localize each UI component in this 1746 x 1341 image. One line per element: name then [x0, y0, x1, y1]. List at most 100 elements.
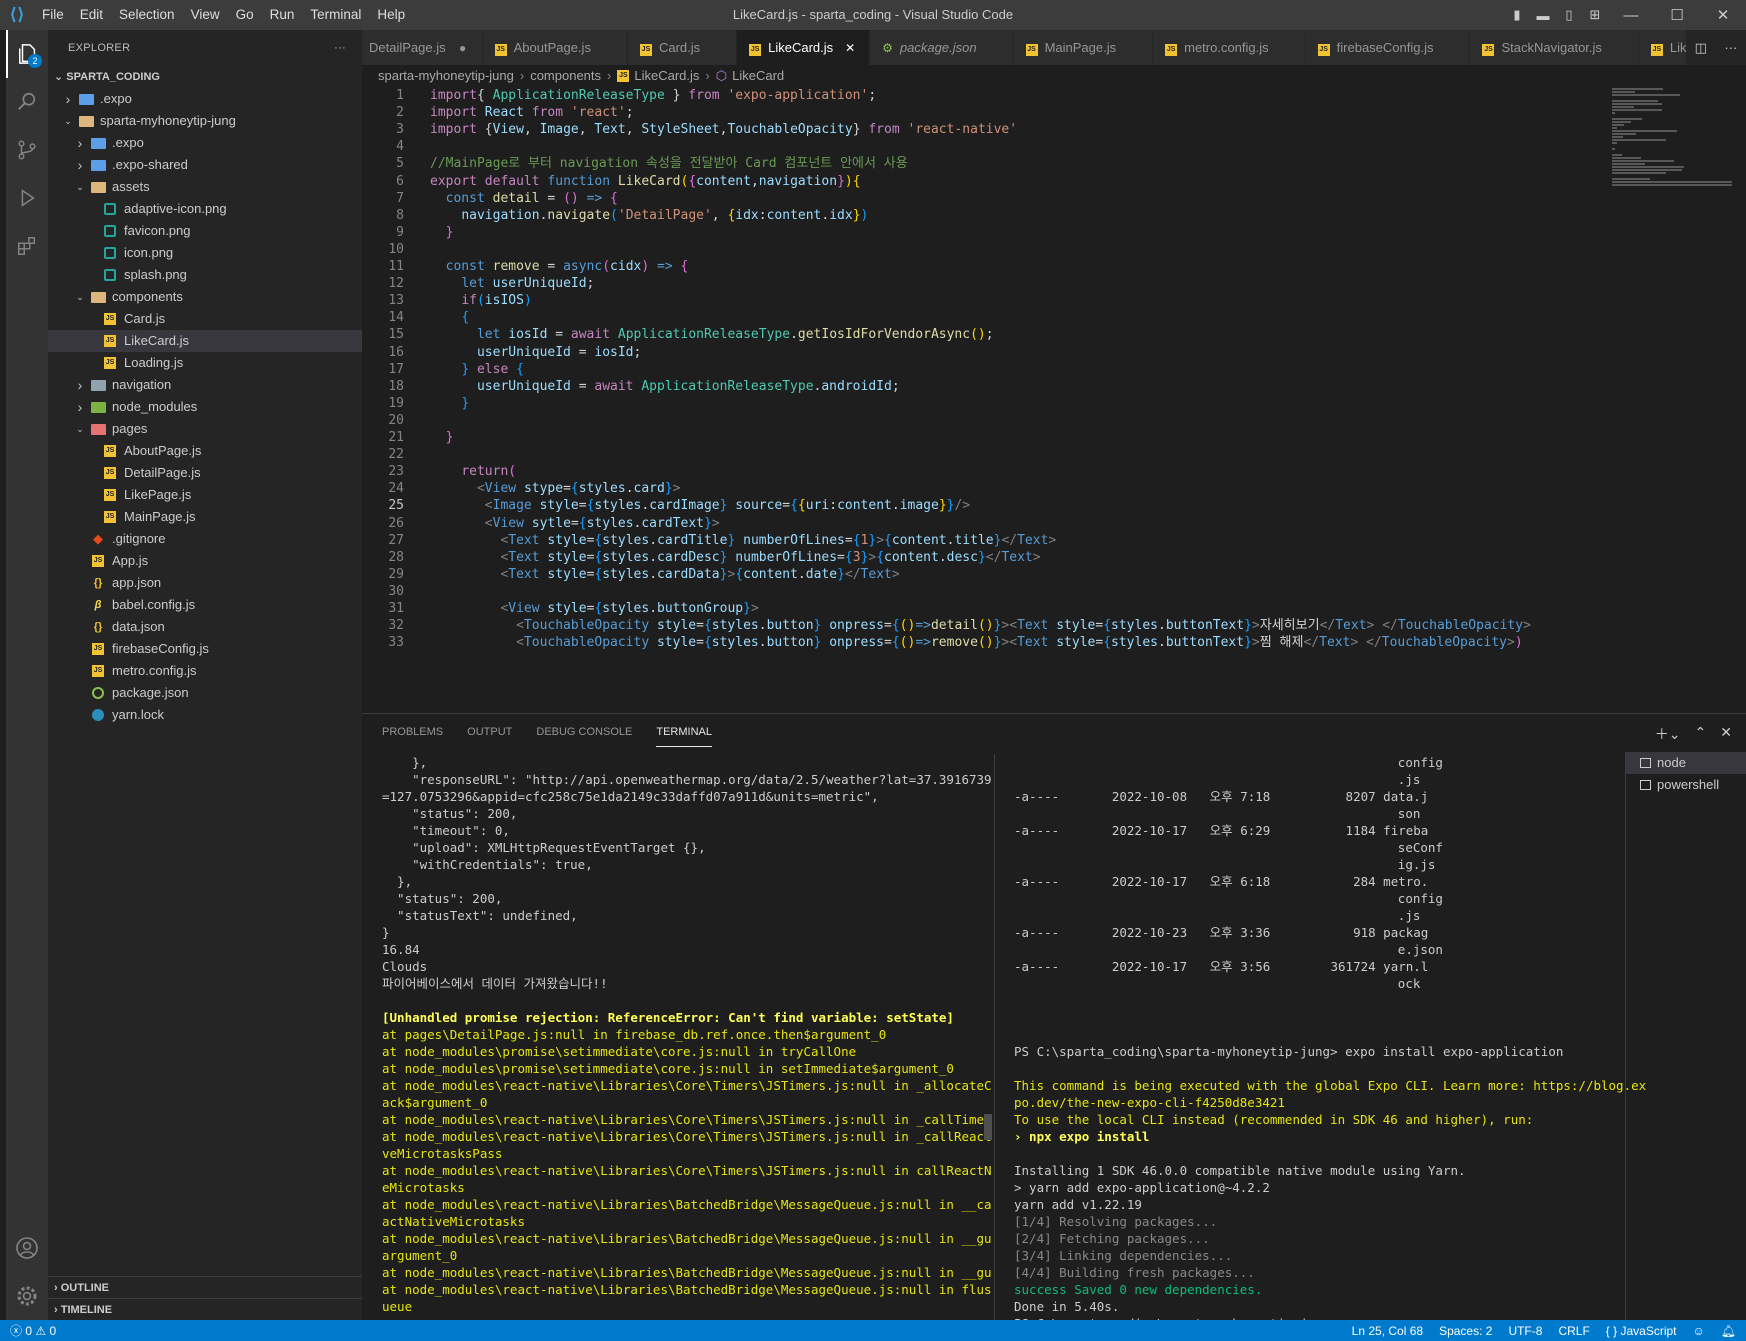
tab-firebaseconfig-js[interactable]: JS firebaseConfig.js — [1305, 30, 1471, 65]
toggle-secondary-sidebar-icon[interactable]: ▯ — [1556, 7, 1582, 23]
toggle-panel-icon[interactable]: ▬ — [1530, 8, 1556, 23]
code-token: > — [672, 481, 681, 497]
notifications-icon[interactable]: 🔔︎ — [1721, 1324, 1736, 1338]
tree-item-mainpage-js[interactable]: JS MainPage.js — [48, 506, 362, 528]
tree-item-package-json[interactable]: package.json — [48, 682, 362, 704]
new-terminal-icon[interactable]: ＋⌄ — [1655, 724, 1681, 744]
tree-item-adaptive-icon-png[interactable]: adaptive-icon.png — [48, 198, 362, 220]
timeline-section[interactable]: › TIMELINE — [48, 1298, 362, 1320]
tree-item-pages[interactable]: ⌄ pages — [48, 418, 362, 440]
menu-edit[interactable]: Edit — [72, 0, 111, 30]
panel-tab-output[interactable]: OUTPUT — [467, 718, 512, 746]
menu-terminal[interactable]: Terminal — [302, 0, 369, 30]
account-icon[interactable] — [6, 1224, 48, 1272]
tree-item-sparta-myhoneytip-jung[interactable]: ⌄ sparta-myhoneytip-jung — [48, 110, 362, 132]
code-token: export — [430, 173, 477, 189]
workspace-root[interactable]: ⌄ SPARTA_CODING — [48, 66, 362, 88]
terminal-list-item-powershell[interactable]: powershell — [1626, 774, 1746, 796]
tree-item-card-js[interactable]: JS Card.js — [48, 308, 362, 330]
language-mode[interactable]: { } JavaScript — [1606, 1324, 1677, 1338]
tree-item--expo-shared[interactable]: › .expo-shared — [48, 154, 362, 176]
tree-item-likecard-js[interactable]: JS LikeCard.js — [48, 330, 362, 352]
source-control-icon[interactable] — [6, 126, 48, 174]
encoding[interactable]: UTF-8 — [1508, 1324, 1542, 1338]
tree-item-babel-config-js[interactable]: β babel.config.js — [48, 594, 362, 616]
line-ending[interactable]: CRLF — [1558, 1324, 1589, 1338]
terminal-node[interactable]: }, "responseURL": "http://api.openweathe… — [382, 754, 992, 1321]
menu-file[interactable]: File — [34, 0, 72, 30]
menu-help[interactable]: Help — [369, 0, 413, 30]
tree-item--gitignore[interactable]: ◆ .gitignore — [48, 528, 362, 550]
close-panel-icon[interactable]: ✕ — [1720, 724, 1732, 744]
tab-package-json[interactable]: ⚙ package.json — [870, 30, 1014, 65]
tab-card-js[interactable]: JS Card.js — [627, 30, 738, 65]
terminal-list-item-node[interactable]: node — [1626, 752, 1746, 774]
tree-item-navigation[interactable]: › navigation — [48, 374, 362, 396]
menu-go[interactable]: Go — [228, 0, 262, 30]
breadcrumb-item[interactable]: LikeCard — [732, 65, 784, 87]
file-icon-wrapper: JS — [100, 489, 120, 501]
tree-item--expo[interactable]: › .expo — [48, 132, 362, 154]
tree-item-favicon-png[interactable]: favicon.png — [48, 220, 362, 242]
breadcrumb-item[interactable]: sparta-myhoneytip-jung — [378, 65, 514, 87]
search-icon[interactable] — [6, 78, 48, 126]
minimap[interactable] — [1612, 87, 1736, 327]
maximize-icon[interactable]: ☐ — [1654, 6, 1700, 24]
code-token: 'DetailPage' — [617, 207, 712, 223]
tree-item--expo[interactable]: › .expo — [48, 88, 362, 110]
tree-item-metro-config-js[interactable]: JS metro.config.js — [48, 660, 362, 682]
tree-item-node-modules[interactable]: › node_modules — [48, 396, 362, 418]
toggle-sidebar-icon[interactable]: ▮ — [1504, 7, 1530, 23]
tree-item-aboutpage-js[interactable]: JS AboutPage.js — [48, 440, 362, 462]
breadcrumb-item[interactable]: components — [530, 65, 601, 87]
cursor-position[interactable]: Ln 25, Col 68 — [1352, 1324, 1423, 1338]
tree-item-firebaseconfig-js[interactable]: JS firebaseConfig.js — [48, 638, 362, 660]
run-debug-icon[interactable] — [6, 174, 48, 222]
panel-tab-terminal[interactable]: TERMINAL — [656, 718, 712, 747]
menu-selection[interactable]: Selection — [111, 0, 183, 30]
unsaved-dot-icon[interactable]: ● — [456, 41, 470, 55]
chevron-right-icon: › — [54, 1304, 61, 1316]
close-window-icon[interactable]: ✕ — [1700, 6, 1746, 24]
menu-view[interactable]: View — [183, 0, 228, 30]
minimize-icon[interactable]: — — [1608, 7, 1654, 24]
terminal-scrollbar[interactable] — [984, 1114, 992, 1140]
tree-item-splash-png[interactable]: splash.png — [48, 264, 362, 286]
split-editor-icon[interactable]: ◫ — [1695, 40, 1707, 56]
tree-item-yarn-lock[interactable]: yarn.lock — [48, 704, 362, 726]
tab-likecard-js[interactable]: JS LikeCard.js ✕ — [737, 30, 871, 65]
tab-mainpage-js[interactable]: JS MainPage.js — [1013, 30, 1154, 65]
tree-item-assets[interactable]: ⌄ assets — [48, 176, 362, 198]
customize-layout-icon[interactable]: ⊞ — [1582, 7, 1608, 23]
panel-tab-problems[interactable]: PROBLEMS — [382, 718, 443, 746]
panel-tab-debug-console[interactable]: DEBUG CONSOLE — [536, 718, 632, 746]
tab-stacknavigator-js[interactable]: JS StackNavigator.js — [1470, 30, 1639, 65]
tree-item-app-json[interactable]: {} app.json — [48, 572, 362, 594]
tab-detailpage-js[interactable]: JSDetailPage.js● — [362, 30, 483, 65]
tree-item-components[interactable]: ⌄ components — [48, 286, 362, 308]
explorer-icon[interactable]: 2 — [6, 30, 48, 78]
tree-item-data-json[interactable]: {} data.json — [48, 616, 362, 638]
breadcrumb-item[interactable]: LikeCard.js — [634, 65, 699, 87]
tab-close-icon[interactable]: ✕ — [843, 41, 857, 55]
problems-status[interactable]: ⓧ 0 ⚠ 0 — [10, 1322, 56, 1339]
outline-section[interactable]: › OUTLINE — [48, 1276, 362, 1298]
code-token: . — [891, 498, 900, 514]
tree-item-likepage-js[interactable]: JS LikePage.js — [48, 484, 362, 506]
code-editor[interactable]: 1 import{ ApplicationReleaseType } from '… — [362, 87, 1612, 713]
tree-item-detailpage-js[interactable]: JS DetailPage.js — [48, 462, 362, 484]
menu-run[interactable]: Run — [262, 0, 303, 30]
indentation[interactable]: Spaces: 2 — [1439, 1324, 1492, 1338]
more-actions-icon[interactable]: ··· — [1724, 40, 1737, 55]
tree-item-app-js[interactable]: JS App.js — [48, 550, 362, 572]
tab-metro-config-js[interactable]: JS metro.config.js — [1153, 30, 1306, 65]
tab-aboutpage-js[interactable]: JS AboutPage.js — [482, 30, 628, 65]
tree-item-loading-js[interactable]: JS Loading.js — [48, 352, 362, 374]
extensions-icon[interactable] — [6, 222, 48, 270]
tab-label: MainPage.js — [1044, 40, 1117, 55]
maximize-panel-icon[interactable]: ⌃ — [1695, 724, 1707, 744]
manage-gear-icon[interactable] — [6, 1272, 48, 1320]
tree-item-icon-png[interactable]: icon.png — [48, 242, 362, 264]
feedback-icon[interactable]: ☺ — [1693, 1324, 1705, 1338]
more-actions-icon[interactable]: ··· — [334, 42, 346, 54]
